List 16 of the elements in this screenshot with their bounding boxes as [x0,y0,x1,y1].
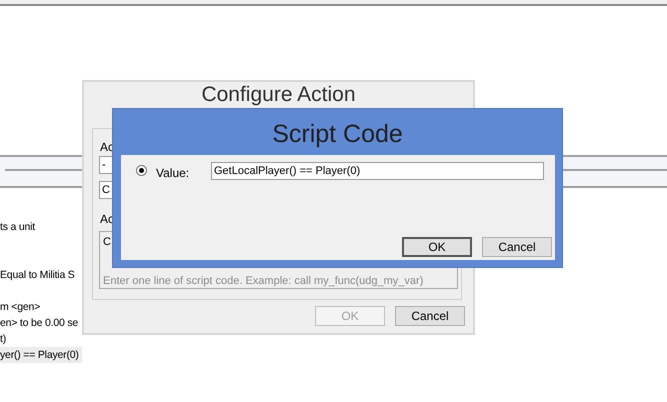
tree-item[interactable]: Equal to Militia S [0,267,78,283]
placeholder-text: Enter one line of script code. Example: call my_func(udg_my_var) [103,274,424,288]
dialog-title: Script Code [271,119,404,149]
tree-item[interactable]: t) [0,331,10,347]
tree-item[interactable]: yer() == Player(0) [0,347,82,363]
input-field[interactable]: GetLocalPlayer() == Player(0) [211,162,544,180]
radio-button[interactable] [136,165,147,176]
tree-item[interactable]: m <gen> [0,299,44,315]
tree-item[interactable]: ts a unit [0,219,38,235]
cancel-button[interactable]: Cancel [395,306,465,326]
cancel-button[interactable]: Cancel [482,237,552,257]
dialog-title: Configure Action [200,83,357,107]
tree-item[interactable]: en> to be 0.00 se [0,315,82,331]
text-area-value: C [103,235,111,250]
ok-button[interactable]: OK [402,237,472,257]
radio-label: Value: [156,165,190,182]
